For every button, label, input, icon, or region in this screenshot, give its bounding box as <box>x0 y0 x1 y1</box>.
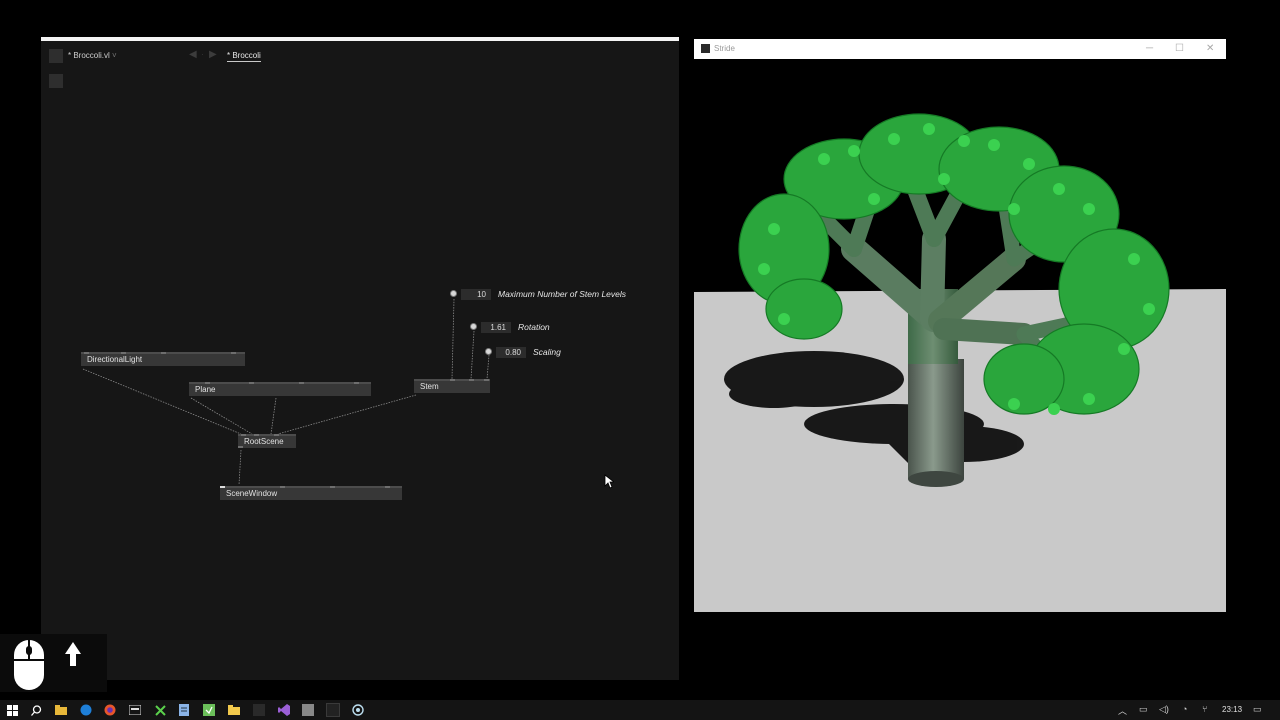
link-scaling-stem <box>486 354 490 380</box>
stride-window: Stride ─ ☐ ✕ <box>694 39 1226 612</box>
link-plane-rootscene-2 <box>270 397 277 435</box>
visual-studio-icon[interactable] <box>277 703 291 717</box>
search-icon[interactable] <box>29 703 43 717</box>
node-root-scene[interactable]: RootScene <box>238 434 296 448</box>
node-pin[interactable] <box>121 352 126 354</box>
link-rootscene-window <box>238 449 242 486</box>
node-pin[interactable] <box>280 486 285 488</box>
windows-start-icon[interactable] <box>5 703 19 717</box>
node-pin[interactable] <box>484 379 489 381</box>
app-square-icon[interactable] <box>252 703 266 717</box>
node-pin[interactable] <box>450 379 455 381</box>
node-pin[interactable] <box>254 434 259 436</box>
node-label: Plane <box>195 385 216 394</box>
link-rotation-stem <box>470 330 475 380</box>
rotation-label: Rotation <box>518 322 550 332</box>
stem-levels-label: Maximum Number of Stem Levels <box>498 289 627 299</box>
input-visualizer <box>0 634 107 692</box>
notifications-icon[interactable]: ▭ <box>1253 704 1262 715</box>
battery-icon[interactable]: ▭ <box>1139 704 1148 715</box>
maximize-icon[interactable]: ☐ <box>1175 43 1184 54</box>
vvvv-icon[interactable] <box>202 703 216 717</box>
iobox-pin[interactable] <box>485 348 492 355</box>
node-pin[interactable] <box>385 486 390 488</box>
scaling-iobox[interactable]: 0.80 <box>496 347 526 358</box>
node-pin[interactable] <box>330 486 335 488</box>
notes-icon[interactable] <box>177 703 191 717</box>
node-pin[interactable] <box>469 379 474 381</box>
link-light-rootscene <box>82 368 242 435</box>
render-viewport[interactable] <box>694 59 1226 612</box>
folder-icon[interactable] <box>227 703 241 717</box>
mouse-input-icon <box>14 640 81 690</box>
stride-title-bar[interactable]: Stride ─ ☐ ✕ <box>694 39 1226 59</box>
usb-icon[interactable]: ⑂ <box>1202 704 1207 714</box>
tray-expand-icon[interactable]: ︿ <box>1118 704 1127 717</box>
network-icon[interactable]: ◔ <box>1182 704 1187 714</box>
node-scene-window[interactable]: SceneWindow <box>220 486 402 500</box>
node-pin[interactable] <box>249 382 254 384</box>
stride-icon[interactable] <box>351 703 365 717</box>
iobox-pin[interactable] <box>450 290 457 297</box>
rotation-iobox[interactable]: 1.61 <box>481 322 511 333</box>
edge-icon[interactable] <box>79 703 93 717</box>
mouse-cursor-icon <box>604 474 614 489</box>
node-label: DirectionalLight <box>87 355 143 364</box>
node-stem[interactable]: Stem <box>414 379 490 393</box>
node-pin[interactable] <box>84 352 89 354</box>
patch-editor-window: * Broccoli.vl ˅ ◀ · ▶ * Broccoli Directi… <box>41 37 679 680</box>
node-pin[interactable] <box>241 434 246 436</box>
stride-app-icon <box>701 44 710 53</box>
link-stem-rootscene <box>277 394 417 435</box>
app-gray-icon[interactable] <box>301 703 315 717</box>
window-title: Stride <box>714 44 735 53</box>
iobox-pin[interactable] <box>470 323 477 330</box>
node-pin[interactable] <box>274 434 279 436</box>
node-pin[interactable] <box>220 486 225 488</box>
taskbar-clock[interactable]: 23:13 <box>1222 705 1242 714</box>
node-label: Stem <box>420 382 439 391</box>
node-label: SceneWindow <box>226 489 278 498</box>
x-tool-icon[interactable] <box>153 703 167 717</box>
firefox-icon[interactable] <box>103 703 117 717</box>
link-levels-stem <box>451 298 455 380</box>
node-pin[interactable] <box>231 352 236 354</box>
node-pin[interactable] <box>299 382 304 384</box>
calculator-icon[interactable] <box>128 703 142 717</box>
node-pin[interactable] <box>205 382 210 384</box>
close-icon[interactable]: ✕ <box>1206 43 1214 54</box>
file-explorer-icon[interactable] <box>54 703 68 717</box>
node-pin[interactable] <box>354 382 359 384</box>
stem-levels-iobox[interactable]: 10 <box>461 289 491 300</box>
arrow-up-key-icon <box>65 642 81 666</box>
scaling-label: Scaling <box>533 347 561 357</box>
volume-icon[interactable]: ◁) <box>1159 704 1169 715</box>
link-plane-rootscene <box>190 397 253 435</box>
minimize-icon[interactable]: ─ <box>1146 43 1153 54</box>
node-pin[interactable] <box>161 352 166 354</box>
node-output-pin[interactable] <box>238 446 243 448</box>
node-plane[interactable]: Plane <box>189 382 371 396</box>
vvvv-gamma-icon[interactable] <box>326 703 340 717</box>
node-label: RootScene <box>244 437 284 446</box>
node-directional-light[interactable]: DirectionalLight <box>81 352 245 366</box>
windows-taskbar: ︿ ▭ ◁) ◔ ⑂ 23:13 ▭ <box>0 700 1280 720</box>
